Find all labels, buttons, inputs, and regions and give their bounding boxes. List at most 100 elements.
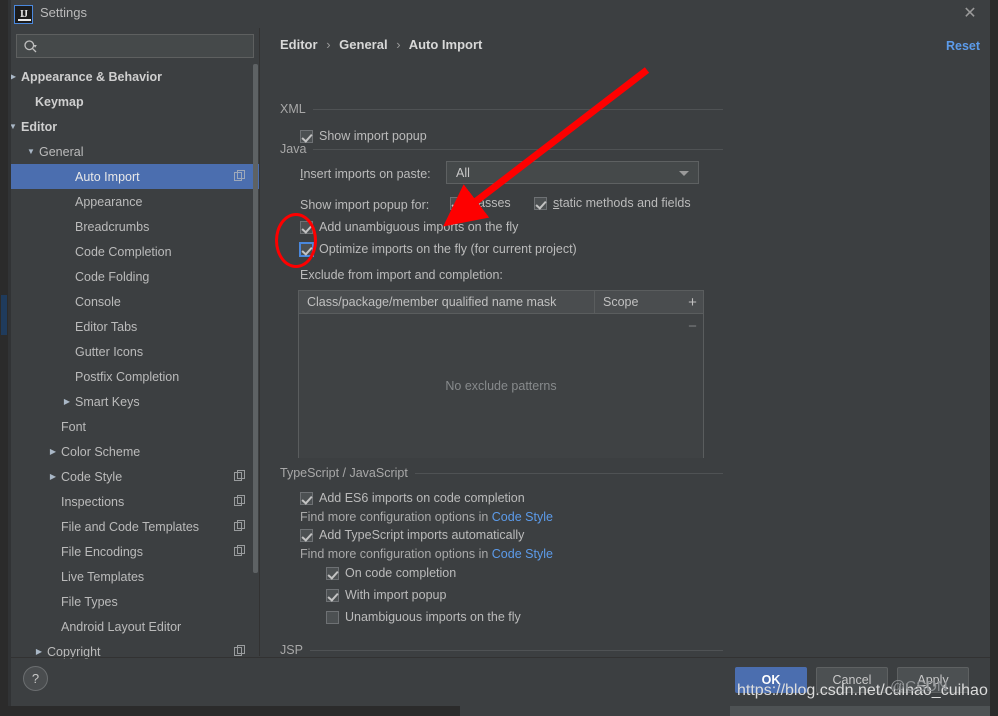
checkbox-unambiguous-imports-on-fly[interactable]: Unambiguous imports on the fly — [326, 610, 521, 624]
sidebar-item-code-folding[interactable]: Code Folding — [11, 264, 259, 289]
annotation-arrow — [443, 67, 650, 227]
checkbox-label: Add TypeScript imports automatically — [319, 528, 525, 542]
close-icon[interactable]: ✕ — [955, 2, 985, 26]
sidebar-item-label: Postfix Completion — [75, 369, 180, 384]
sidebar-item-breadcrumbs[interactable]: Breadcrumbs — [11, 214, 259, 239]
sidebar-item-editor-tabs[interactable]: Editor Tabs — [11, 314, 259, 339]
sidebar-item-auto-import[interactable]: Auto Import — [11, 164, 259, 189]
sidebar-scrollbar[interactable] — [253, 64, 258, 573]
breadcrumb-middle[interactable]: General — [339, 37, 387, 52]
code-style-link-es6[interactable]: Code Style — [492, 510, 553, 524]
checkbox-xml-show-import-popup[interactable]: Show import popup — [300, 129, 427, 143]
checkbox-optimize-imports-on-fly[interactable]: Optimize imports on the fly (for current… — [300, 242, 577, 256]
sidebar-item-label: Color Scheme — [61, 444, 141, 459]
sidebar-item-label: Code Folding — [75, 269, 150, 284]
checkbox-add-typescript-imports[interactable]: Add TypeScript imports automatically — [300, 528, 524, 542]
add-pattern-button[interactable]: + — [681, 290, 704, 314]
section-jsp-rule — [309, 649, 723, 651]
sidebar-item-label: Breadcrumbs — [75, 219, 150, 234]
sidebar-item-file-and-code-templates[interactable]: File and Code Templates — [11, 514, 259, 539]
project-scope-icon — [234, 470, 245, 481]
checkbox-add-es6-imports[interactable]: Add ES6 imports on code completion — [300, 491, 525, 505]
chevron-down-icon[interactable]: ▼ — [25, 146, 37, 158]
remove-pattern-button[interactable]: − — [681, 314, 704, 338]
sidebar-item-label: Keymap — [35, 94, 84, 109]
sidebar-item-label: Code Style — [61, 469, 123, 484]
sidebar-item-font[interactable]: Font — [11, 414, 259, 439]
checkbox-label: Show import popup — [319, 129, 427, 143]
insert-imports-label: Insert imports on paste: — [300, 167, 431, 181]
project-scope-icon — [234, 495, 245, 506]
chevron-down-icon[interactable]: ▼ — [11, 121, 19, 133]
sidebar-item-editor[interactable]: ▼ Editor — [11, 114, 259, 139]
sidebar-item-label: General — [39, 144, 84, 159]
sidebar-item-console[interactable]: Console — [11, 289, 259, 314]
typescript-hint: Find more configuration options in Code … — [300, 547, 553, 561]
breadcrumb-separator-1: › — [326, 37, 331, 52]
code-style-link-ts[interactable]: Code Style — [492, 547, 553, 561]
section-typescript: TypeScript / JavaScript — [280, 466, 723, 480]
sidebar-item-label: Smart Keys — [75, 394, 140, 409]
chevron-right-icon[interactable]: ▶ — [47, 471, 59, 483]
breadcrumb: Editor › General › Auto Import — [280, 37, 482, 52]
checkbox-label: Add ES6 imports on code completion — [319, 491, 525, 505]
typescript-hint-text: Find more configuration options in — [300, 547, 492, 561]
reset-link[interactable]: Reset — [946, 39, 980, 53]
settings-tree[interactable]: ▶ Appearance & Behavior Keymap ▼ Editor ▼ Gene… — [11, 64, 259, 665]
sidebar-item-appearance[interactable]: Appearance — [11, 189, 259, 214]
sidebar-item-label: Gutter Icons — [75, 344, 144, 359]
sidebar-item-postfix-completion[interactable]: Postfix Completion — [11, 364, 259, 389]
sidebar-item-gutter-icons[interactable]: Gutter Icons — [11, 339, 259, 364]
checkbox-box — [326, 588, 339, 602]
checkbox-label: With import popup — [345, 588, 447, 602]
checkbox-with-import-popup[interactable]: With import popup — [326, 588, 446, 602]
chevron-right-icon[interactable]: ▶ — [47, 446, 59, 458]
exclude-patterns-table[interactable]: Class/package/member qualified name mask… — [298, 290, 704, 458]
sidebar-item-label: File Types — [61, 594, 118, 609]
breadcrumb-leaf: Auto Import — [408, 37, 483, 52]
sidebar-item-android-layout-editor[interactable]: Android Layout Editor — [11, 614, 259, 639]
checkbox-on-code-completion[interactable]: On code completion — [326, 566, 456, 580]
breadcrumb-separator-2: › — [396, 37, 401, 52]
section-typescript-rule — [414, 472, 723, 474]
sidebar-item-label: File and Code Templates — [61, 519, 200, 534]
chevron-right-icon[interactable]: ▶ — [11, 71, 19, 83]
section-java-label: Java — [280, 142, 307, 156]
table-header-row: Class/package/member qualified name mask… — [299, 291, 703, 314]
sidebar-item-label: Appearance — [75, 194, 143, 209]
sidebar-item-color-scheme[interactable]: ▶ Color Scheme — [11, 439, 259, 464]
checkbox-box — [300, 491, 313, 505]
footer-divider — [11, 657, 990, 658]
sidebar-item-keymap[interactable]: Keymap — [11, 89, 259, 114]
es6-hint: Find more configuration options in Code … — [300, 510, 553, 524]
sidebar-item-code-style[interactable]: ▶ Code Style — [11, 464, 259, 489]
sidebar-item-appearance-behavior[interactable]: ▶ Appearance & Behavior — [11, 64, 259, 89]
section-typescript-label: TypeScript / JavaScript — [280, 466, 408, 480]
sidebar-item-label: Font — [61, 419, 87, 434]
sidebar-item-file-encodings[interactable]: File Encodings — [11, 539, 259, 564]
sidebar-item-smart-keys[interactable]: ▶ Smart Keys — [11, 389, 259, 414]
sidebar-item-file-types[interactable]: File Types — [11, 589, 259, 614]
section-jsp-label: JSP — [280, 643, 303, 657]
intellij-idea-icon: IJ — [14, 5, 33, 24]
chevron-right-icon[interactable]: ▶ — [33, 646, 45, 658]
ide-panel-right — [730, 706, 990, 716]
search-input[interactable] — [16, 34, 254, 58]
project-scope-icon — [234, 645, 245, 656]
sidebar-item-label: Live Templates — [61, 569, 145, 584]
sidebar-item-inspections[interactable]: Inspections — [11, 489, 259, 514]
help-button[interactable]: ? — [23, 666, 48, 691]
breadcrumb-root[interactable]: Editor — [280, 37, 318, 52]
sidebar-item-general[interactable]: ▼ General — [11, 139, 259, 164]
sidebar-item-code-completion[interactable]: Code Completion — [11, 239, 259, 264]
ide-marker-stripe — [1, 295, 7, 335]
checkbox-box — [300, 528, 313, 542]
sidebar-item-live-templates[interactable]: Live Templates — [11, 564, 259, 589]
watermark-logo: @CSDN — [890, 678, 948, 695]
insert-imports-label-text: nsert imports on paste: — [303, 167, 431, 181]
sidebar-item-copyright[interactable]: ▶ Copyright — [11, 639, 259, 664]
sidebar-item-label: Code Completion — [75, 244, 172, 259]
table-column-header-mask[interactable]: Class/package/member qualified name mask — [299, 291, 595, 313]
sidebar-item-label: Android Layout Editor — [61, 619, 182, 634]
chevron-right-icon[interactable]: ▶ — [61, 396, 73, 408]
